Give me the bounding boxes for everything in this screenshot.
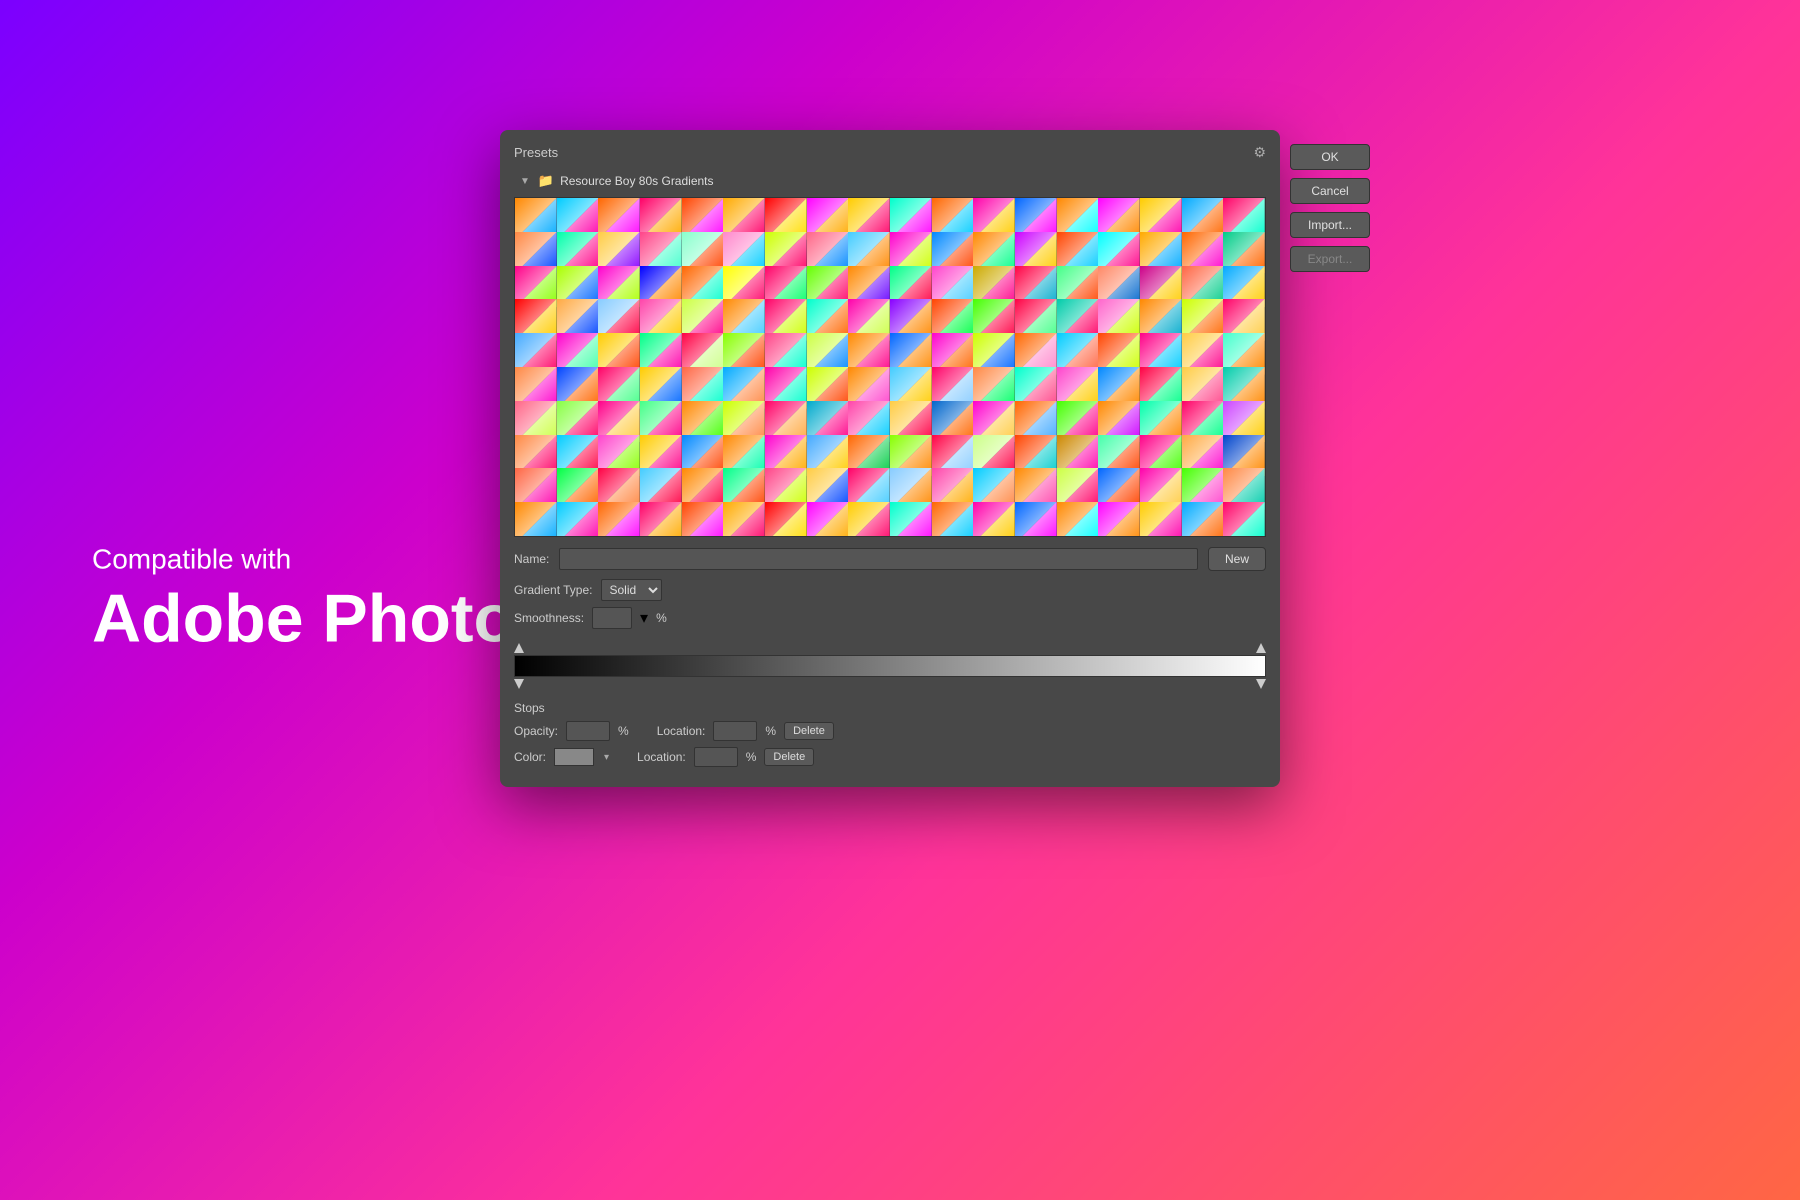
export-button: Export... bbox=[1290, 246, 1370, 272]
gradient-grid bbox=[515, 198, 1265, 536]
gradient-cell[interactable] bbox=[1057, 502, 1099, 537]
gradient-cell[interactable] bbox=[765, 502, 807, 537]
smoothness-label: Smoothness: bbox=[514, 611, 584, 625]
gradient-bar-top bbox=[514, 643, 1266, 653]
color-swatch[interactable] bbox=[554, 748, 594, 766]
gradient-cell[interactable] bbox=[640, 502, 682, 537]
chevron-down-icon: ▼ bbox=[520, 176, 530, 187]
gradient-editor-dialog: OK Cancel Import... Export... Presets ⚙ … bbox=[500, 130, 1280, 787]
smoothness-input[interactable]: 100 bbox=[592, 607, 632, 629]
left-stop-top[interactable] bbox=[514, 643, 524, 653]
color-stops-row: Color: ▾ Location: % Delete bbox=[514, 747, 1266, 767]
opacity-input[interactable] bbox=[566, 721, 610, 741]
gradient-bar-bottom bbox=[514, 679, 1266, 689]
opacity-location-percent: % bbox=[765, 724, 776, 738]
gradient-cell[interactable] bbox=[1098, 502, 1140, 537]
percent-label: % bbox=[656, 611, 667, 625]
color-dropdown-icon[interactable]: ▾ bbox=[604, 752, 609, 763]
presets-header: Presets ⚙ bbox=[514, 144, 1266, 161]
gradient-cell[interactable] bbox=[1015, 502, 1057, 537]
right-stop-bottom[interactable] bbox=[1256, 679, 1266, 689]
folder-row[interactable]: ▼ 📁 Resource Boy 80s Gradients bbox=[514, 169, 1266, 193]
gradient-cell[interactable] bbox=[848, 502, 890, 537]
name-row: Name: New bbox=[514, 547, 1266, 571]
folder-icon: 📁 bbox=[538, 173, 554, 189]
cancel-button[interactable]: Cancel bbox=[1290, 178, 1370, 204]
new-button[interactable]: New bbox=[1208, 547, 1266, 571]
name-input[interactable] bbox=[559, 548, 1198, 570]
gradient-cell[interactable] bbox=[557, 502, 599, 537]
gradient-cell[interactable] bbox=[598, 502, 640, 537]
presets-label: Presets bbox=[514, 145, 558, 160]
gradient-cell[interactable] bbox=[682, 502, 724, 537]
gradient-type-select[interactable]: Solid Noise bbox=[601, 579, 662, 601]
gradient-cell[interactable] bbox=[1140, 502, 1182, 537]
gradient-bar[interactable] bbox=[514, 655, 1266, 677]
stops-title: Stops bbox=[514, 701, 1266, 715]
color-location-percent: % bbox=[746, 750, 757, 764]
color-label: Color: bbox=[514, 750, 546, 764]
folder-name: Resource Boy 80s Gradients bbox=[560, 174, 713, 188]
gradient-type-row: Gradient Type: Solid Noise bbox=[514, 579, 1266, 601]
gradient-cell[interactable] bbox=[515, 502, 557, 537]
gradient-bar-section bbox=[514, 643, 1266, 689]
gradient-cell[interactable] bbox=[1223, 502, 1265, 537]
right-stop-top[interactable] bbox=[1256, 643, 1266, 653]
gradient-grid-container bbox=[514, 197, 1266, 537]
gradient-type-label: Gradient Type: bbox=[514, 583, 593, 597]
right-buttons-panel: OK Cancel Import... Export... bbox=[1290, 144, 1370, 272]
color-delete-button[interactable]: Delete bbox=[764, 748, 814, 766]
stops-section: Stops Opacity: % Location: % Delete Colo… bbox=[514, 701, 1266, 773]
smoothness-unit: ▾ bbox=[640, 608, 648, 628]
dialog-inner: OK Cancel Import... Export... Presets ⚙ … bbox=[500, 130, 1280, 787]
gradient-cell[interactable] bbox=[932, 502, 974, 537]
smoothness-row: Smoothness: 100 ▾ % bbox=[514, 607, 1266, 629]
name-label: Name: bbox=[514, 552, 549, 566]
left-stop-bottom[interactable] bbox=[514, 679, 524, 689]
gradient-cell[interactable] bbox=[807, 502, 849, 537]
opacity-stops-row: Opacity: % Location: % Delete bbox=[514, 721, 1266, 741]
opacity-percent: % bbox=[618, 724, 629, 738]
opacity-label: Opacity: bbox=[514, 724, 558, 738]
gradient-cell[interactable] bbox=[973, 502, 1015, 537]
opacity-delete-button[interactable]: Delete bbox=[784, 722, 834, 740]
color-location-label: Location: bbox=[637, 750, 686, 764]
gradient-cell[interactable] bbox=[890, 502, 932, 537]
ok-button[interactable]: OK bbox=[1290, 144, 1370, 170]
gradient-cell[interactable] bbox=[723, 502, 765, 537]
gradient-cell[interactable] bbox=[1182, 502, 1224, 537]
opacity-location-label: Location: bbox=[657, 724, 706, 738]
color-location-input[interactable] bbox=[694, 747, 738, 767]
gear-icon[interactable]: ⚙ bbox=[1253, 144, 1266, 161]
import-button[interactable]: Import... bbox=[1290, 212, 1370, 238]
opacity-location-input[interactable] bbox=[713, 721, 757, 741]
